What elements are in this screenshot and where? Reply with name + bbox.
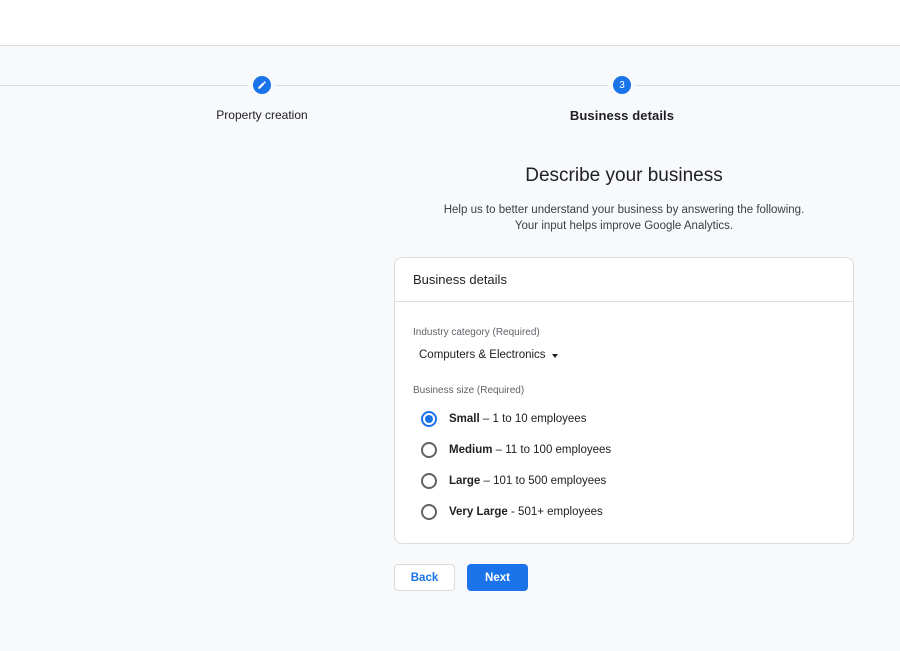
radio-label: Small – 1 to 10 employees	[449, 413, 586, 425]
radio-option-large[interactable]: Large – 101 to 500 employees	[421, 473, 606, 489]
subtitle-line-2: Your input helps improve Google Analytic…	[514, 220, 734, 232]
option-name: Large	[449, 475, 481, 487]
card-header: Business details	[395, 258, 853, 302]
option-name: Very Large	[449, 506, 508, 518]
option-name: Small	[449, 413, 480, 425]
back-button[interactable]: Back	[394, 564, 455, 591]
option-detail: - 501+ employees	[507, 506, 603, 518]
step-completed-indicator	[253, 76, 271, 94]
option-detail: – 101 to 500 employees	[480, 475, 607, 487]
radio-option-small[interactable]: Small – 1 to 10 employees	[421, 411, 586, 427]
radio-label: Very Large - 501+ employees	[449, 506, 603, 518]
radio-label: Large – 101 to 500 employees	[449, 475, 606, 487]
option-detail: – 1 to 10 employees	[479, 413, 587, 425]
radio-button-checked[interactable]	[421, 411, 437, 427]
stepper-track	[0, 85, 900, 86]
next-button[interactable]: Next	[467, 564, 528, 591]
step-label-business-details: Business details	[569, 108, 675, 123]
radio-option-very-large[interactable]: Very Large - 501+ employees	[421, 504, 603, 520]
industry-category-dropdown[interactable]: Computers & Electronics	[419, 349, 558, 361]
radio-button[interactable]	[421, 504, 437, 520]
step-label-property-creation: Property creation	[216, 108, 308, 122]
business-size-label: Business size (Required)	[413, 385, 525, 396]
industry-category-value: Computers & Electronics	[419, 349, 546, 361]
subtitle-line-1: Help us to better understand your busine…	[443, 204, 805, 216]
page-subtitle: Help us to better understand your busine…	[394, 202, 854, 234]
page-title: Describe your business	[525, 165, 723, 186]
radio-option-medium[interactable]: Medium – 11 to 100 employees	[421, 442, 611, 458]
radio-button[interactable]	[421, 442, 437, 458]
radio-button[interactable]	[421, 473, 437, 489]
industry-category-label: Industry category (Required)	[413, 327, 540, 338]
option-name: Medium	[449, 444, 493, 456]
radio-dot	[425, 415, 433, 423]
pencil-icon	[257, 80, 267, 90]
step-active-indicator: 3	[613, 76, 631, 94]
dropdown-arrow-icon	[551, 353, 558, 358]
top-bar	[0, 0, 900, 46]
business-details-card: Business details Industry category (Requ…	[394, 257, 854, 544]
option-detail: – 11 to 100 employees	[492, 444, 612, 456]
radio-label: Medium – 11 to 100 employees	[449, 444, 611, 456]
step-number: 3	[619, 79, 625, 91]
